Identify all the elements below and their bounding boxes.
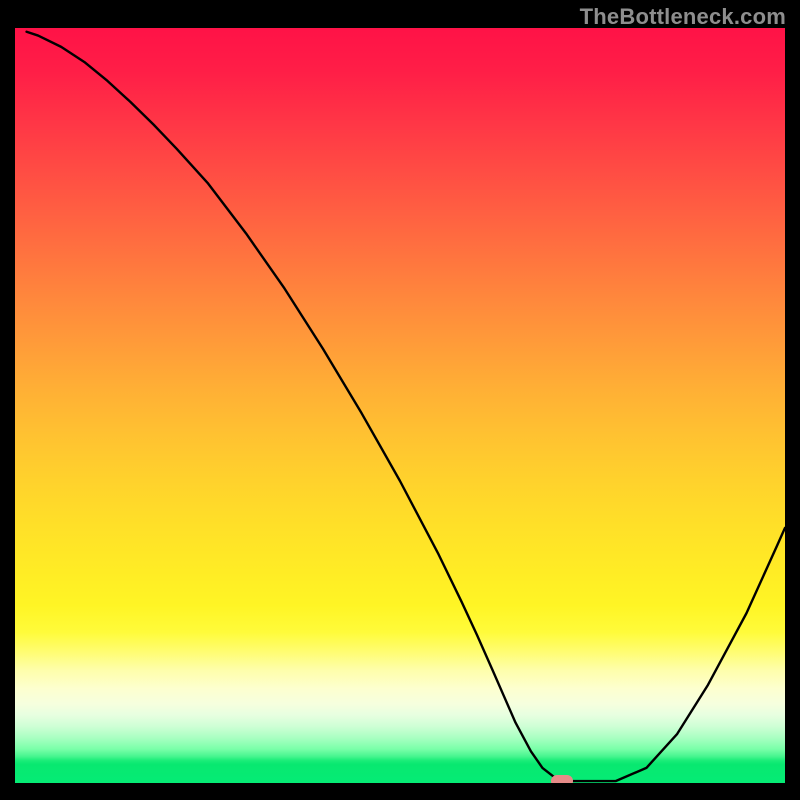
plot-area: [15, 28, 785, 783]
bottleneck-curve: [27, 32, 785, 781]
optimum-marker: [551, 775, 573, 783]
watermark-text: TheBottleneck.com: [580, 4, 786, 30]
chart-frame: TheBottleneck.com: [0, 0, 800, 800]
curve-svg: [15, 28, 785, 783]
